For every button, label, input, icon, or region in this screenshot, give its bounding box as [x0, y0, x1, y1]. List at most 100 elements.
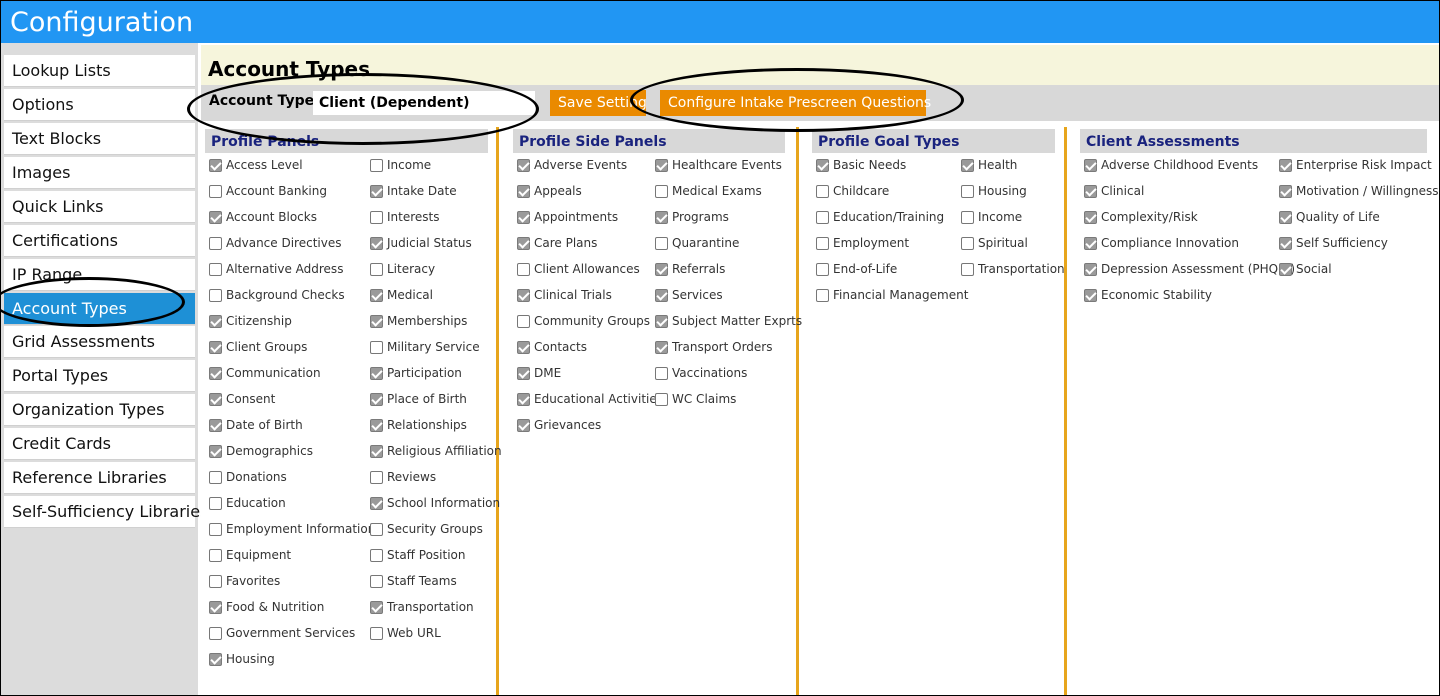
checkbox-checked[interactable]	[517, 211, 530, 224]
checkbox-checked[interactable]	[655, 211, 668, 224]
checkbox-unchecked[interactable]	[209, 497, 222, 510]
checkbox-checked[interactable]	[517, 367, 530, 380]
sidebar-item-self-sufficiency-libraries[interactable]: Self-Sufficiency Libraries	[4, 496, 208, 528]
checkbox-unchecked[interactable]	[961, 263, 974, 276]
checkbox-checked[interactable]	[1279, 211, 1292, 224]
checkbox-unchecked[interactable]	[816, 237, 829, 250]
checkbox-checked[interactable]	[209, 445, 222, 458]
sidebar-item-reference-libraries[interactable]: Reference Libraries	[4, 462, 195, 494]
checkbox-unchecked[interactable]	[209, 263, 222, 276]
checkbox-checked[interactable]	[655, 315, 668, 328]
checkbox-checked[interactable]	[209, 653, 222, 666]
checkbox-checked[interactable]	[370, 367, 383, 380]
checkbox-unchecked[interactable]	[209, 471, 222, 484]
checkbox-unchecked[interactable]	[370, 263, 383, 276]
sidebar-item-lookup-lists[interactable]: Lookup Lists	[4, 55, 195, 87]
checkbox-unchecked[interactable]	[816, 289, 829, 302]
checkbox-checked[interactable]	[370, 497, 383, 510]
checkbox-unchecked[interactable]	[370, 575, 383, 588]
checkbox-checked[interactable]	[209, 419, 222, 432]
checkbox-unchecked[interactable]	[655, 393, 668, 406]
checkbox-unchecked[interactable]	[517, 263, 530, 276]
checkbox-unchecked[interactable]	[816, 263, 829, 276]
checkbox-checked[interactable]	[370, 601, 383, 614]
sidebar-item-text-blocks[interactable]: Text Blocks	[4, 123, 195, 155]
checkbox-checked[interactable]	[655, 263, 668, 276]
checkbox-checked[interactable]	[209, 393, 222, 406]
checkbox-unchecked[interactable]	[961, 211, 974, 224]
checkbox-checked[interactable]	[517, 159, 530, 172]
checkbox-checked[interactable]	[1279, 159, 1292, 172]
save-settings-button[interactable]: Save Settings	[550, 90, 646, 116]
checkbox-checked[interactable]	[209, 601, 222, 614]
checkbox-checked[interactable]	[517, 289, 530, 302]
sidebar-item-grid-assessments[interactable]: Grid Assessments	[4, 326, 195, 358]
checkbox-unchecked[interactable]	[961, 237, 974, 250]
checkbox-unchecked[interactable]	[655, 367, 668, 380]
checkbox-checked[interactable]	[655, 341, 668, 354]
checkbox-checked[interactable]	[1279, 237, 1292, 250]
checkbox-checked[interactable]	[370, 289, 383, 302]
checkbox-checked[interactable]	[1084, 263, 1097, 276]
checkbox-checked[interactable]	[209, 367, 222, 380]
checkbox-checked[interactable]	[209, 159, 222, 172]
checkbox-unchecked[interactable]	[655, 237, 668, 250]
checkbox-unchecked[interactable]	[209, 523, 222, 536]
checkbox-checked[interactable]	[1084, 211, 1097, 224]
checkbox-checked[interactable]	[517, 237, 530, 250]
checkbox-checked[interactable]	[1084, 185, 1097, 198]
checkbox-unchecked[interactable]	[209, 289, 222, 302]
checkbox-checked[interactable]	[1084, 237, 1097, 250]
checkbox-checked[interactable]	[1084, 289, 1097, 302]
sidebar-item-portal-types[interactable]: Portal Types	[4, 360, 195, 392]
checkbox-checked[interactable]	[1279, 185, 1292, 198]
checkbox-unchecked[interactable]	[209, 627, 222, 640]
checkbox-unchecked[interactable]	[209, 185, 222, 198]
checkbox-unchecked[interactable]	[816, 185, 829, 198]
checkbox-checked[interactable]	[370, 393, 383, 406]
configure-intake-button[interactable]: Configure Intake Prescreen Questions	[660, 90, 931, 116]
checkbox-checked[interactable]	[370, 419, 383, 432]
checkbox-unchecked[interactable]	[209, 237, 222, 250]
checkbox-checked[interactable]	[209, 315, 222, 328]
checkbox-checked[interactable]	[517, 393, 530, 406]
checkbox-checked[interactable]	[209, 341, 222, 354]
checkbox-checked[interactable]	[655, 289, 668, 302]
checkbox-unchecked[interactable]	[517, 315, 530, 328]
checkbox-checked[interactable]	[655, 159, 668, 172]
sidebar-item-images[interactable]: Images	[4, 157, 195, 189]
checkbox-unchecked[interactable]	[209, 575, 222, 588]
sidebar-item-credit-cards[interactable]: Credit Cards	[4, 428, 195, 460]
checkbox-unchecked[interactable]	[370, 627, 383, 640]
checkbox-unchecked[interactable]	[370, 549, 383, 562]
checkbox-checked[interactable]	[370, 445, 383, 458]
checkbox-unchecked[interactable]	[370, 341, 383, 354]
sidebar-item-account-types[interactable]: Account Types	[4, 293, 195, 325]
checkbox-checked[interactable]	[517, 341, 530, 354]
account-type-select[interactable]: Client (Dependent)	[313, 91, 535, 115]
checkbox-checked[interactable]	[1279, 263, 1292, 276]
checkbox-unchecked[interactable]	[370, 211, 383, 224]
checkbox-checked[interactable]	[517, 185, 530, 198]
checkbox-checked[interactable]	[1084, 159, 1097, 172]
checkbox-unchecked[interactable]	[961, 185, 974, 198]
sidebar-item-certifications[interactable]: Certifications	[4, 225, 195, 257]
sidebar-item-quick-links[interactable]: Quick Links	[4, 191, 195, 223]
sidebar-item-ip-range[interactable]: IP Range	[4, 259, 195, 291]
checkbox-checked[interactable]	[816, 159, 829, 172]
checkbox-checked[interactable]	[370, 315, 383, 328]
checkbox-checked[interactable]	[370, 237, 383, 250]
checkbox-label: Reviews	[387, 470, 437, 484]
sidebar-item-options[interactable]: Options	[4, 89, 195, 121]
checkbox-unchecked[interactable]	[370, 523, 383, 536]
checkbox-checked[interactable]	[961, 159, 974, 172]
checkbox-unchecked[interactable]	[816, 211, 829, 224]
checkbox-unchecked[interactable]	[370, 159, 383, 172]
checkbox-unchecked[interactable]	[655, 185, 668, 198]
checkbox-checked[interactable]	[517, 419, 530, 432]
checkbox-checked[interactable]	[370, 185, 383, 198]
checkbox-unchecked[interactable]	[370, 471, 383, 484]
checkbox-unchecked[interactable]	[209, 549, 222, 562]
checkbox-checked[interactable]	[209, 211, 222, 224]
sidebar-item-organization-types[interactable]: Organization Types	[4, 394, 195, 426]
